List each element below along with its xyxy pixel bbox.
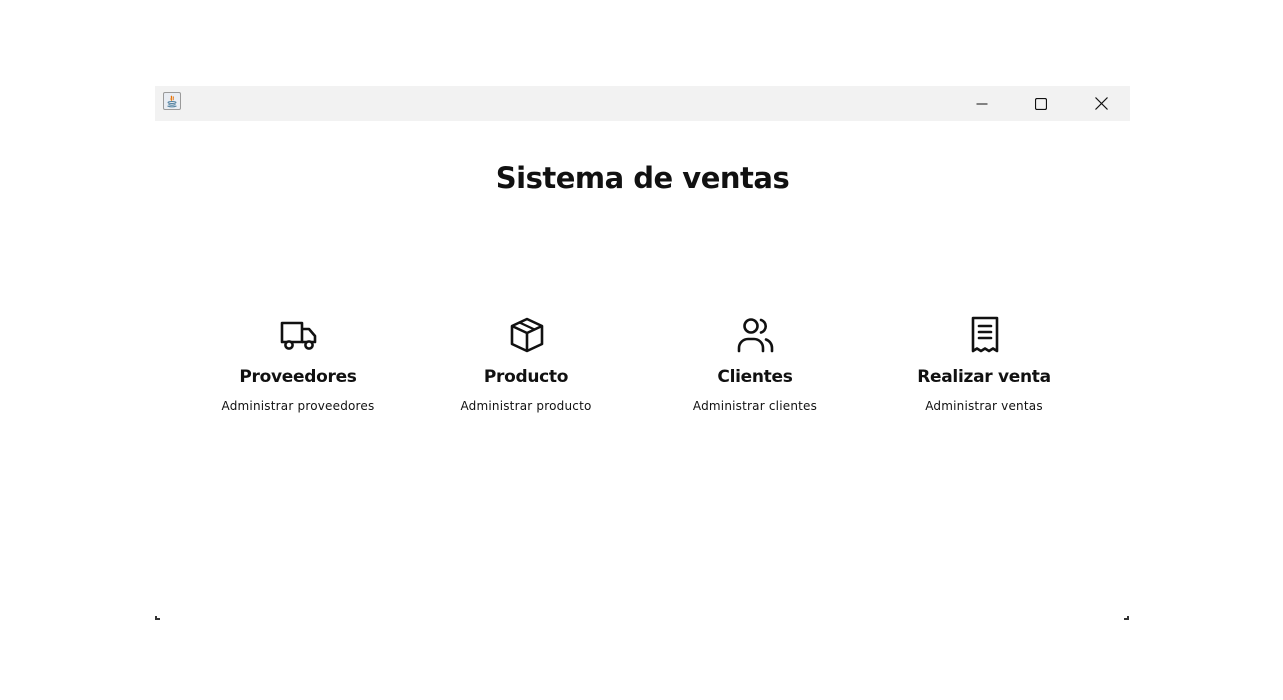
page-title: Sistema de ventas	[495, 161, 790, 195]
close-icon	[1094, 97, 1108, 110]
maximize-button[interactable]	[1018, 86, 1064, 121]
truck-icon	[279, 315, 319, 355]
java-app-icon[interactable]	[163, 92, 181, 110]
receipt-icon	[965, 315, 1005, 355]
module-producto[interactable]: Producto Administrar producto	[411, 315, 641, 425]
module-title: Realizar venta	[917, 367, 1051, 387]
module-description: Administrar ventas	[925, 399, 1043, 413]
minimize-icon	[976, 103, 988, 104]
close-button[interactable]	[1078, 86, 1124, 121]
users-icon	[736, 315, 776, 355]
box-icon	[507, 315, 547, 355]
module-title: Clientes	[717, 367, 793, 387]
module-description: Administrar proveedores	[221, 399, 375, 413]
module-clientes[interactable]: Clientes Administrar clientes	[640, 315, 870, 425]
module-proveedores[interactable]: Proveedores Administrar proveedores	[183, 315, 413, 425]
resize-corner-right[interactable]	[1124, 616, 1129, 620]
maximize-icon	[1035, 97, 1047, 110]
minimize-button[interactable]	[959, 86, 1005, 121]
title-bar[interactable]	[155, 86, 1130, 121]
module-description: Administrar producto	[460, 399, 592, 413]
module-title: Proveedores	[239, 367, 357, 387]
module-realizar-venta[interactable]: Realizar venta Administrar ventas	[869, 315, 1099, 425]
app-window: Sistema de ventas Proveedores Administra…	[155, 86, 1130, 620]
resize-corner-left[interactable]	[155, 616, 160, 620]
module-title: Producto	[483, 367, 569, 387]
module-description: Administrar clientes	[692, 399, 818, 413]
